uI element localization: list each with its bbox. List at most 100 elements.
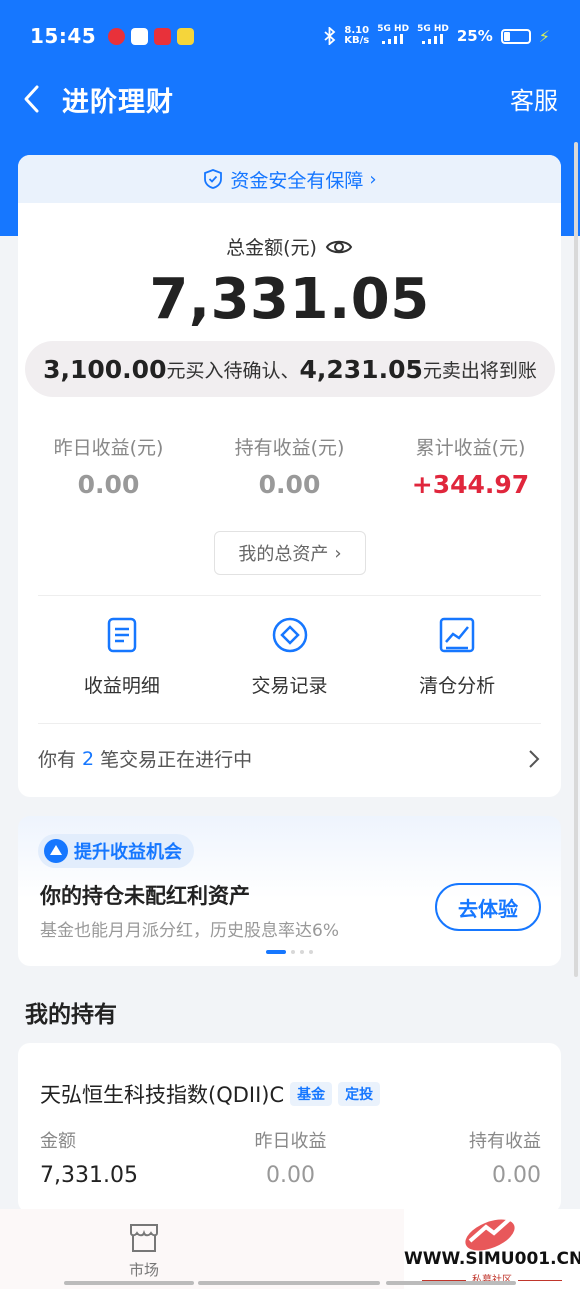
menu-label: 清仓分析	[419, 675, 496, 697]
earnings-label: 持有收益(元)	[234, 437, 345, 459]
home-indicator	[198, 1281, 380, 1285]
try-now-button[interactable]: 去体验	[435, 883, 541, 931]
promo-card[interactable]: 提升收益机会 你的持仓未配红利资产 基金也能月月派分红，历史股息率达6% 去体验	[18, 816, 561, 966]
holdings-section-title: 我的持有	[25, 1002, 117, 1028]
earnings-value: +344.97	[411, 470, 530, 499]
progress-prefix: 你有	[38, 749, 77, 771]
battery-icon	[500, 28, 531, 44]
menu-label: 收益明细	[83, 675, 160, 697]
home-indicator	[386, 1281, 516, 1285]
progress-count: 2	[82, 747, 95, 770]
netease-music-icon	[108, 27, 126, 45]
status-app-icons	[108, 27, 195, 45]
game-app-icon	[177, 27, 195, 45]
earnings-label: 昨日收益(元)	[53, 437, 164, 459]
pending-buy-amount: 3,100.00	[43, 354, 167, 384]
pending-buy-text: 元买入待确认、	[166, 359, 300, 382]
signal-2: 5G HD	[417, 25, 449, 47]
chevron-right-icon	[529, 749, 540, 768]
signal-bars-icon	[382, 34, 404, 44]
fund-type-badge: 基金	[290, 1082, 333, 1106]
notification-icon	[131, 27, 149, 45]
triangle-up-icon	[44, 839, 68, 863]
carousel-indicator	[18, 950, 561, 954]
holding-card[interactable]: 天弘恒生科技指数(QDII)C 基金 定投 金额 7,331.05 昨日收益 0…	[18, 1043, 561, 1213]
page-title: 进阶理财	[62, 87, 174, 118]
carousel-dot	[309, 950, 313, 954]
total-label: 总金额(元)	[226, 237, 317, 259]
holding-profit: 持有收益 0.00	[374, 1127, 541, 1188]
progress-suffix: 笔交易正在进行中	[100, 749, 253, 771]
holding-yesterday: 昨日收益 0.00	[207, 1127, 374, 1188]
diamond-circle-icon	[272, 617, 307, 653]
fund-name-row: 天弘恒生科技指数(QDII)C 基金 定投	[40, 1079, 381, 1109]
scrollbar[interactable]	[574, 142, 578, 977]
holding-label: 持有收益	[469, 1131, 541, 1152]
status-bar: 15:45 8.10 KB/s 5G HD 5G HD 25% ⚡	[0, 0, 580, 72]
ongoing-transactions-row[interactable]: 你有 2 笔交易正在进行中	[38, 745, 541, 772]
pending-transactions-pill: 3,100.00 元买入待确认、 4,231.05 元卖出将到账	[25, 341, 555, 397]
net-speed: 8.10 KB/s	[344, 25, 370, 46]
fund-name: 天弘恒生科技指数(QDII)C	[40, 1083, 285, 1107]
total-amount: 7,331.05	[149, 267, 430, 332]
earnings-label: 累计收益(元)	[415, 437, 526, 459]
signal-1: 5G HD	[377, 25, 409, 47]
watermark-site: WWW.SIMU001.CN	[404, 1249, 580, 1269]
status-indicators: 8.10 KB/s 5G HD 5G HD 25% ⚡	[324, 25, 550, 47]
nav-bar: 进阶理财 客服	[0, 72, 580, 124]
holding-value: 7,331.05	[40, 1163, 138, 1188]
simu-logo-icon	[465, 1213, 518, 1251]
carousel-dot-active	[266, 950, 286, 954]
earnings-row: 昨日收益(元) 0.00 持有收益(元) 0.00 累计收益(元) +344.9…	[18, 433, 561, 499]
chart-icon	[439, 617, 475, 653]
battery-level	[503, 31, 510, 41]
earnings-value: 0.00	[258, 470, 321, 499]
menu-clearance-analysis[interactable]: 清仓分析	[373, 615, 541, 698]
safety-banner[interactable]: 资金安全有保障 ›	[18, 155, 561, 203]
holding-amount: 金额 7,331.05	[40, 1127, 207, 1188]
total-label-row: 总金额(元)	[18, 233, 561, 260]
safety-text: 资金安全有保障	[230, 169, 364, 192]
home-indicator	[64, 1281, 194, 1285]
shield-check-icon	[204, 169, 223, 189]
holding-value: 0.00	[492, 1163, 541, 1188]
status-time: 15:45	[30, 24, 97, 48]
divider	[38, 595, 541, 596]
carousel-dot	[291, 950, 295, 954]
customer-service-button[interactable]: 客服	[510, 81, 558, 116]
chevron-right-icon: ›	[369, 168, 377, 190]
signal-bars-icon	[421, 34, 443, 44]
bluetooth-icon	[324, 27, 336, 45]
chevron-right-icon: ›	[334, 542, 342, 564]
total-assets-button[interactable]: 我的总资产 ›	[214, 531, 366, 575]
store-icon	[130, 1224, 158, 1252]
earnings-holding: 持有收益(元) 0.00	[199, 433, 380, 499]
promo-subtitle: 基金也能月月派分红，历史股息率达6%	[40, 921, 339, 941]
pending-sell-amount: 4,231.05	[299, 354, 423, 384]
tab-market[interactable]: 市场	[122, 1221, 166, 1280]
menu-label: 交易记录	[251, 675, 328, 697]
watermark: WWW.SIMU001.CN 私募社区	[404, 1209, 580, 1289]
promo-title: 你的持仓未配红利资产	[40, 884, 250, 908]
function-menu: 收益明细 交易记录 清仓分析	[38, 615, 541, 698]
menu-income-detail[interactable]: 收益明细	[38, 615, 206, 698]
earnings-yesterday: 昨日收益(元) 0.00	[18, 433, 199, 499]
pending-sell-text: 元卖出将到账	[422, 359, 537, 382]
holding-label: 昨日收益	[254, 1131, 327, 1152]
earnings-cumulative: 累计收益(元) +344.97	[380, 433, 561, 499]
charging-icon: ⚡	[538, 26, 550, 46]
menu-trade-records[interactable]: 交易记录	[206, 615, 374, 698]
promo-tag-label: 提升收益机会	[74, 842, 182, 863]
document-icon	[107, 617, 137, 653]
auto-invest-badge: 定投	[338, 1082, 381, 1106]
back-arrow-icon[interactable]	[18, 82, 48, 116]
holding-value: 0.00	[266, 1163, 315, 1188]
carousel-dot	[300, 950, 304, 954]
battery-percent: 25%	[456, 27, 493, 45]
eye-icon[interactable]	[325, 237, 353, 257]
earnings-value: 0.00	[77, 470, 140, 499]
promo-tag: 提升收益机会	[38, 834, 194, 868]
divider	[38, 723, 541, 724]
tab-market-label: 市场	[128, 1261, 159, 1279]
total-assets-label: 我的总资产	[238, 544, 329, 565]
